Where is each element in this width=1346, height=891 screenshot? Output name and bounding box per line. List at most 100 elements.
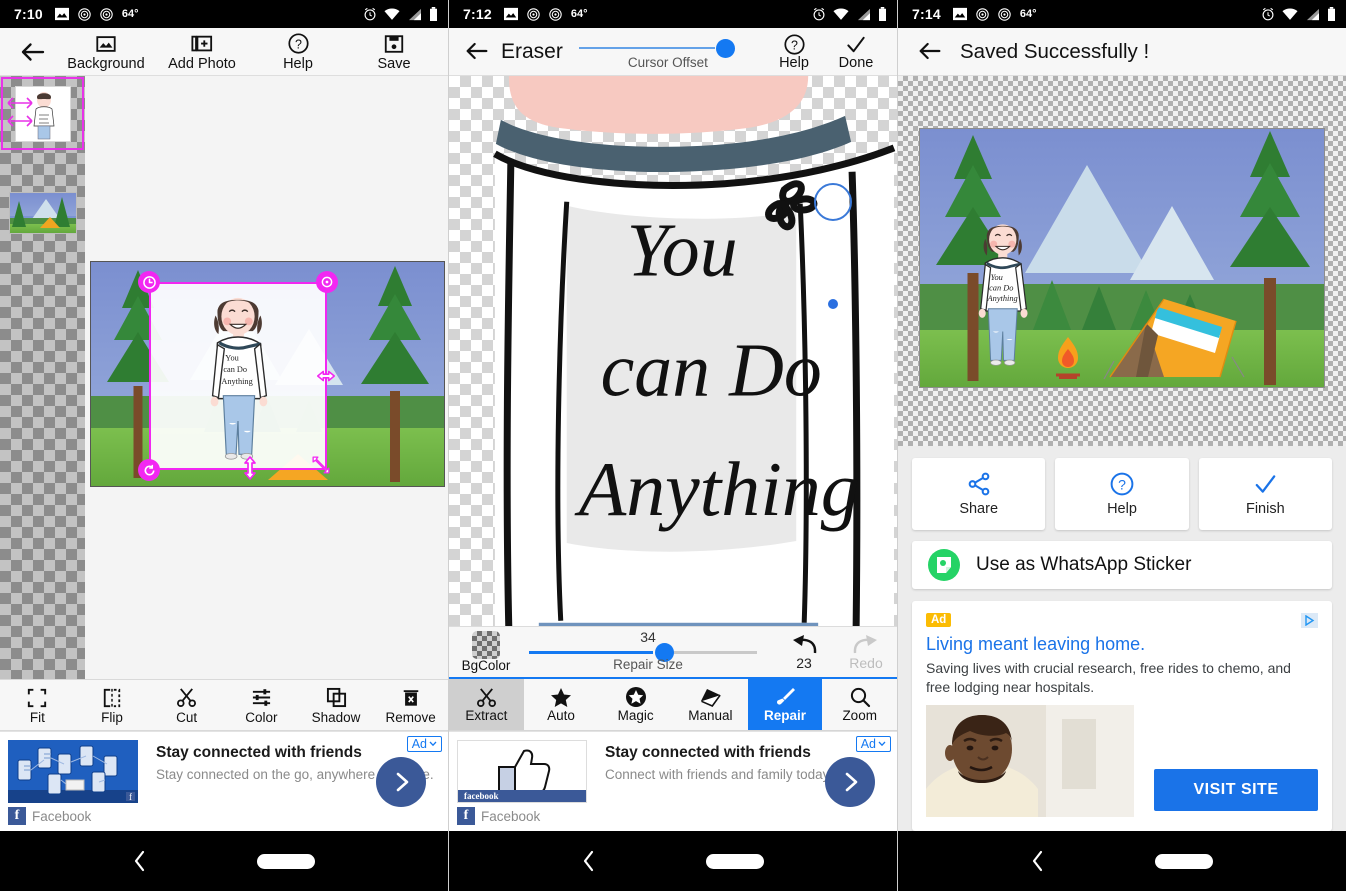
help-button[interactable]: ? Help	[1055, 458, 1189, 530]
resize-height-handle[interactable]	[239, 456, 261, 480]
finish-button[interactable]: Finish	[1198, 458, 1332, 530]
shadow-squares-icon	[326, 686, 347, 710]
ad-badge[interactable]: Ad	[406, 736, 442, 752]
repair-slider-track-filled	[529, 651, 653, 654]
wifi-icon	[384, 7, 400, 21]
ad-cta-button[interactable]	[376, 756, 426, 807]
ad-cta-button[interactable]	[825, 756, 875, 807]
share-icon	[966, 471, 992, 497]
help-button[interactable]: ? Help	[763, 33, 825, 71]
nav-back-icon[interactable]	[1031, 850, 1045, 872]
status-time: 7:14	[912, 6, 941, 22]
redo-button[interactable]: Redo	[835, 634, 897, 671]
adchoices-icon[interactable]	[1301, 613, 1318, 628]
girl-artwork: You can Do Anything	[979, 224, 1028, 366]
tool-fit[interactable]: Fit	[0, 680, 75, 730]
add-photo-button[interactable]: Add Photo	[156, 31, 248, 72]
repair-size-slider[interactable]: 34 Repair Size	[529, 627, 767, 677]
facebook-ad-banner[interactable]: Ad f f Facebook Stay connected with frie…	[0, 731, 448, 831]
back-arrow-icon[interactable]	[463, 37, 493, 67]
eraser-app-bar: Eraser Cursor Offset ? Help Done	[449, 28, 897, 76]
canvas-photo[interactable]: You can Do Anything	[90, 261, 445, 487]
result-image[interactable]: You can Do Anything	[919, 128, 1325, 388]
add-photo-icon	[191, 31, 213, 56]
system-nav-bar	[449, 831, 897, 891]
ad-badge-label: Ad	[860, 737, 876, 751]
mode-manual[interactable]: Manual	[673, 679, 748, 730]
ad-badge[interactable]: Ad	[855, 736, 891, 752]
editor-canvas[interactable]: You can Do Anything	[85, 76, 448, 679]
bgcolor-button[interactable]: BgColor	[449, 631, 523, 673]
star-circle-icon	[625, 686, 647, 708]
share-button[interactable]: Share	[912, 458, 1046, 530]
tool-remove[interactable]: Remove	[373, 680, 448, 730]
mode-repair[interactable]: Repair	[747, 679, 823, 730]
facebook-logo-icon: f	[457, 807, 475, 825]
campfire	[1056, 337, 1081, 379]
back-arrow-icon[interactable]	[916, 37, 946, 67]
nfc-icon	[100, 7, 113, 21]
visit-site-button[interactable]: VISIT SITE	[1154, 769, 1318, 811]
flip-icon	[102, 686, 122, 710]
eraser-icon	[699, 687, 722, 708]
tool-shadow[interactable]: Shadow	[299, 680, 374, 730]
scissors-icon	[176, 686, 197, 710]
selection-box[interactable]: You can Do Anything	[149, 282, 327, 470]
nav-back-icon[interactable]	[133, 850, 147, 872]
nav-home-pill[interactable]	[1155, 853, 1213, 869]
nfc-icon	[78, 7, 91, 21]
eraser-mode-bar: Extract Auto Magic Manual Repair Zoom	[449, 679, 897, 731]
editor-workspace: You can Do Anything	[0, 76, 448, 679]
mode-magic[interactable]: Magic	[598, 679, 673, 730]
status-bar: 7:12 64°	[449, 0, 897, 28]
rotate-handle[interactable]	[138, 271, 160, 293]
tool-flip[interactable]: Flip	[75, 680, 150, 730]
tool-color[interactable]: Color	[224, 680, 299, 730]
help-button[interactable]: ? Help	[252, 31, 344, 72]
whatsapp-sticker-button[interactable]: Use as WhatsApp Sticker	[912, 541, 1332, 589]
ad-source-label: Facebook	[32, 808, 92, 824]
whatsapp-sticker-label: Use as WhatsApp Sticker	[976, 554, 1192, 575]
nav-back-icon[interactable]	[582, 850, 596, 872]
settings-handle[interactable]	[316, 271, 338, 293]
save-button[interactable]: Save	[348, 31, 440, 72]
mode-magic-label: Magic	[617, 708, 654, 723]
mode-auto[interactable]: Auto	[524, 679, 599, 730]
flip-handle-icon[interactable]	[6, 90, 36, 136]
magnifier-icon	[849, 686, 871, 708]
layer-thumb-girl[interactable]	[0, 76, 85, 151]
nfc-icon	[549, 7, 562, 21]
mode-manual-label: Manual	[688, 707, 733, 723]
trash-icon	[401, 686, 421, 710]
back-arrow-icon[interactable]	[18, 37, 48, 67]
svg-text:?: ?	[295, 37, 302, 51]
page-title: Saved Successfully !	[960, 39, 1150, 63]
chevron-down-icon	[878, 741, 886, 747]
resize-width-handle[interactable]	[315, 365, 337, 387]
tent	[1103, 298, 1245, 380]
layer-thumb-background[interactable]	[0, 175, 85, 250]
ad-headline[interactable]: Living meant leaving home.	[926, 634, 1318, 655]
undo-button[interactable]: 23	[773, 634, 835, 671]
alarm-icon	[812, 7, 826, 21]
eraser-canvas[interactable]: You can Do Anything	[449, 76, 897, 626]
alarm-icon	[1261, 7, 1275, 21]
mode-zoom[interactable]: Zoom	[822, 679, 897, 730]
resize-corner-handle[interactable]	[310, 454, 332, 476]
done-button[interactable]: Done	[825, 33, 887, 71]
svg-text:can Do: can Do	[601, 328, 822, 412]
svg-text:can Do: can Do	[223, 365, 247, 374]
screen-saved: 7:14 64° Saved Successfully ! You can Do…	[898, 0, 1346, 891]
google-ad-card[interactable]: Ad Living meant leaving home. Saving liv…	[912, 601, 1332, 831]
tool-cut[interactable]: Cut	[149, 680, 224, 730]
nav-home-pill[interactable]	[257, 853, 315, 869]
nav-home-pill[interactable]	[706, 853, 764, 869]
reset-handle[interactable]	[138, 459, 160, 481]
mode-extract[interactable]: Extract	[449, 679, 524, 730]
status-bar: 7:14 64°	[898, 0, 1346, 28]
cursor-offset-slider[interactable]: Cursor Offset	[578, 29, 757, 75]
background-button[interactable]: Background	[60, 31, 152, 72]
tool-cut-label: Cut	[176, 709, 198, 725]
mode-auto-label: Auto	[547, 707, 575, 723]
facebook-ad-banner[interactable]: Ad facebook f Facebook Stay connected wi…	[449, 731, 897, 831]
